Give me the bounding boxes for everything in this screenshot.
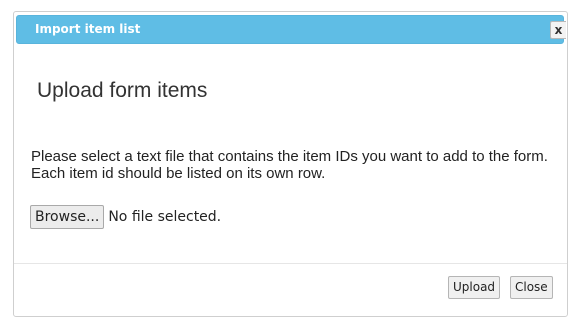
instructions-text: Please select a text file that contains … <box>31 148 548 182</box>
browse-button[interactable]: Browse... <box>30 205 105 229</box>
import-dialog: Import item list x Upload form items Ple… <box>13 11 568 317</box>
dialog-title: Import item list <box>35 22 141 36</box>
close-button[interactable]: Close <box>510 276 553 299</box>
dialog-titlebar[interactable]: Import item list x <box>16 15 566 44</box>
upload-button[interactable]: Upload <box>448 276 501 299</box>
file-status-text: No file selected. <box>108 209 222 225</box>
page-title: Upload form items <box>37 79 208 102</box>
file-input[interactable]: Browse... No file selected. <box>30 205 221 229</box>
close-icon[interactable]: x <box>550 21 566 39</box>
footer-divider <box>14 263 567 264</box>
